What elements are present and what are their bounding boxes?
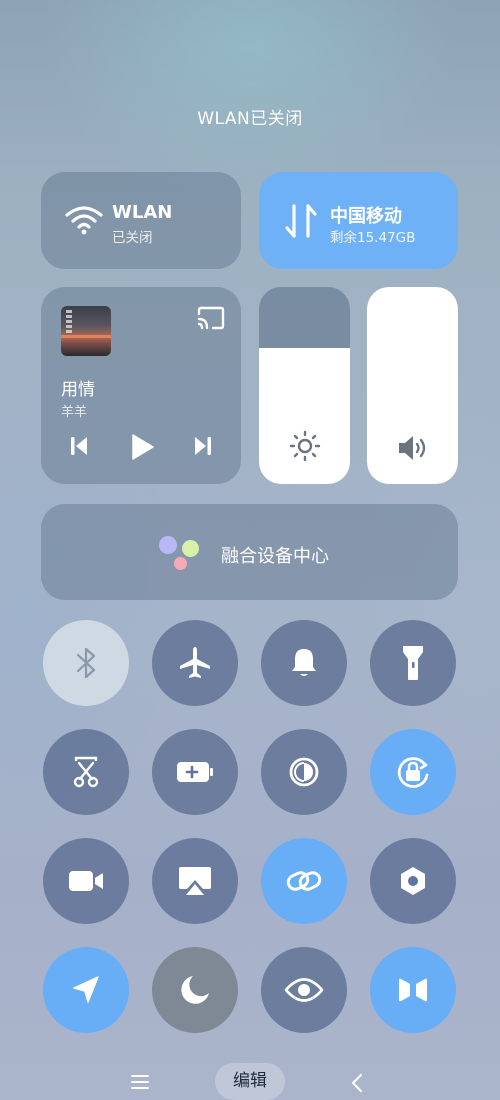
contrast-icon: [287, 755, 321, 789]
rotate-lock-icon: [394, 753, 432, 791]
brightness-fill: [259, 348, 350, 484]
toggle-link[interactable]: [261, 838, 347, 924]
play-button[interactable]: [129, 433, 155, 465]
bowtie-icon: [396, 975, 430, 1005]
hexagon-settings-icon: [396, 864, 430, 898]
brightness-slider[interactable]: [259, 287, 350, 484]
battery-plus-icon: [175, 759, 215, 785]
mobile-data-tile[interactable]: 中国移动 剩余15.47GB: [259, 172, 458, 269]
back-icon[interactable]: [349, 1073, 365, 1097]
toggle-settings[interactable]: [370, 838, 456, 924]
flashlight-icon: [401, 644, 425, 682]
device-center-icon: [158, 536, 202, 572]
toggle-flashlight[interactable]: [370, 620, 456, 706]
toggle-screen-cast[interactable]: [152, 838, 238, 924]
menu-icon[interactable]: [131, 1073, 149, 1095]
data-remaining: 剩余15.47GB: [330, 230, 416, 246]
toggle-sound[interactable]: [261, 620, 347, 706]
link-icon: [285, 866, 323, 896]
wifi-icon: [65, 205, 103, 239]
carrier-name: 中国移动: [330, 206, 402, 227]
eye-icon: [284, 977, 324, 1003]
song-title: 用情: [61, 380, 95, 400]
toggle-nearby-share[interactable]: [370, 947, 456, 1033]
screencast-icon: [177, 865, 213, 897]
toggle-location[interactable]: [43, 947, 129, 1033]
toggle-eye-comfort[interactable]: [261, 947, 347, 1033]
wlan-title: WLAN: [112, 202, 173, 223]
dot-purple: [159, 536, 177, 554]
location-arrow-icon: [70, 974, 102, 1006]
dot-pink: [174, 557, 187, 570]
previous-button[interactable]: [67, 433, 91, 463]
next-button[interactable]: [191, 433, 215, 463]
toggle-bluetooth[interactable]: [43, 620, 129, 706]
wlan-subtitle: 已关闭: [112, 230, 153, 246]
volume-slider[interactable]: [367, 287, 458, 484]
play-icon: [132, 434, 154, 460]
device-center-label: 融合设备中心: [221, 546, 329, 567]
toggle-airplane[interactable]: [152, 620, 238, 706]
scissors-icon: [70, 755, 102, 789]
next-icon: [195, 437, 211, 455]
wlan-tile[interactable]: WLAN 已关闭: [41, 172, 241, 269]
edit-button[interactable]: 编辑: [215, 1063, 285, 1100]
mobile-data-icon: [284, 202, 318, 244]
toggle-auto-rotate[interactable]: [370, 729, 456, 815]
status-title: WLAN已关闭: [197, 109, 303, 129]
speaker-icon: [367, 434, 458, 462]
cast-icon[interactable]: [197, 306, 225, 334]
sun-icon: [259, 430, 350, 462]
album-art[interactable]: [61, 306, 111, 356]
media-player-tile[interactable]: 用情 羊羊: [41, 287, 241, 484]
toggle-video[interactable]: [43, 838, 129, 924]
bluetooth-icon: [72, 646, 100, 680]
airplane-icon: [177, 645, 213, 681]
previous-icon: [71, 437, 87, 455]
toggle-screenshot[interactable]: [43, 729, 129, 815]
toggle-battery-saver[interactable]: [152, 729, 238, 815]
toggle-dark-mode[interactable]: [261, 729, 347, 815]
moon-icon: [178, 973, 212, 1007]
toggle-do-not-disturb[interactable]: [152, 947, 238, 1033]
dot-green: [182, 540, 199, 557]
video-camera-icon: [67, 868, 105, 894]
bell-icon: [289, 646, 319, 680]
artist-name: 羊羊: [61, 405, 88, 420]
